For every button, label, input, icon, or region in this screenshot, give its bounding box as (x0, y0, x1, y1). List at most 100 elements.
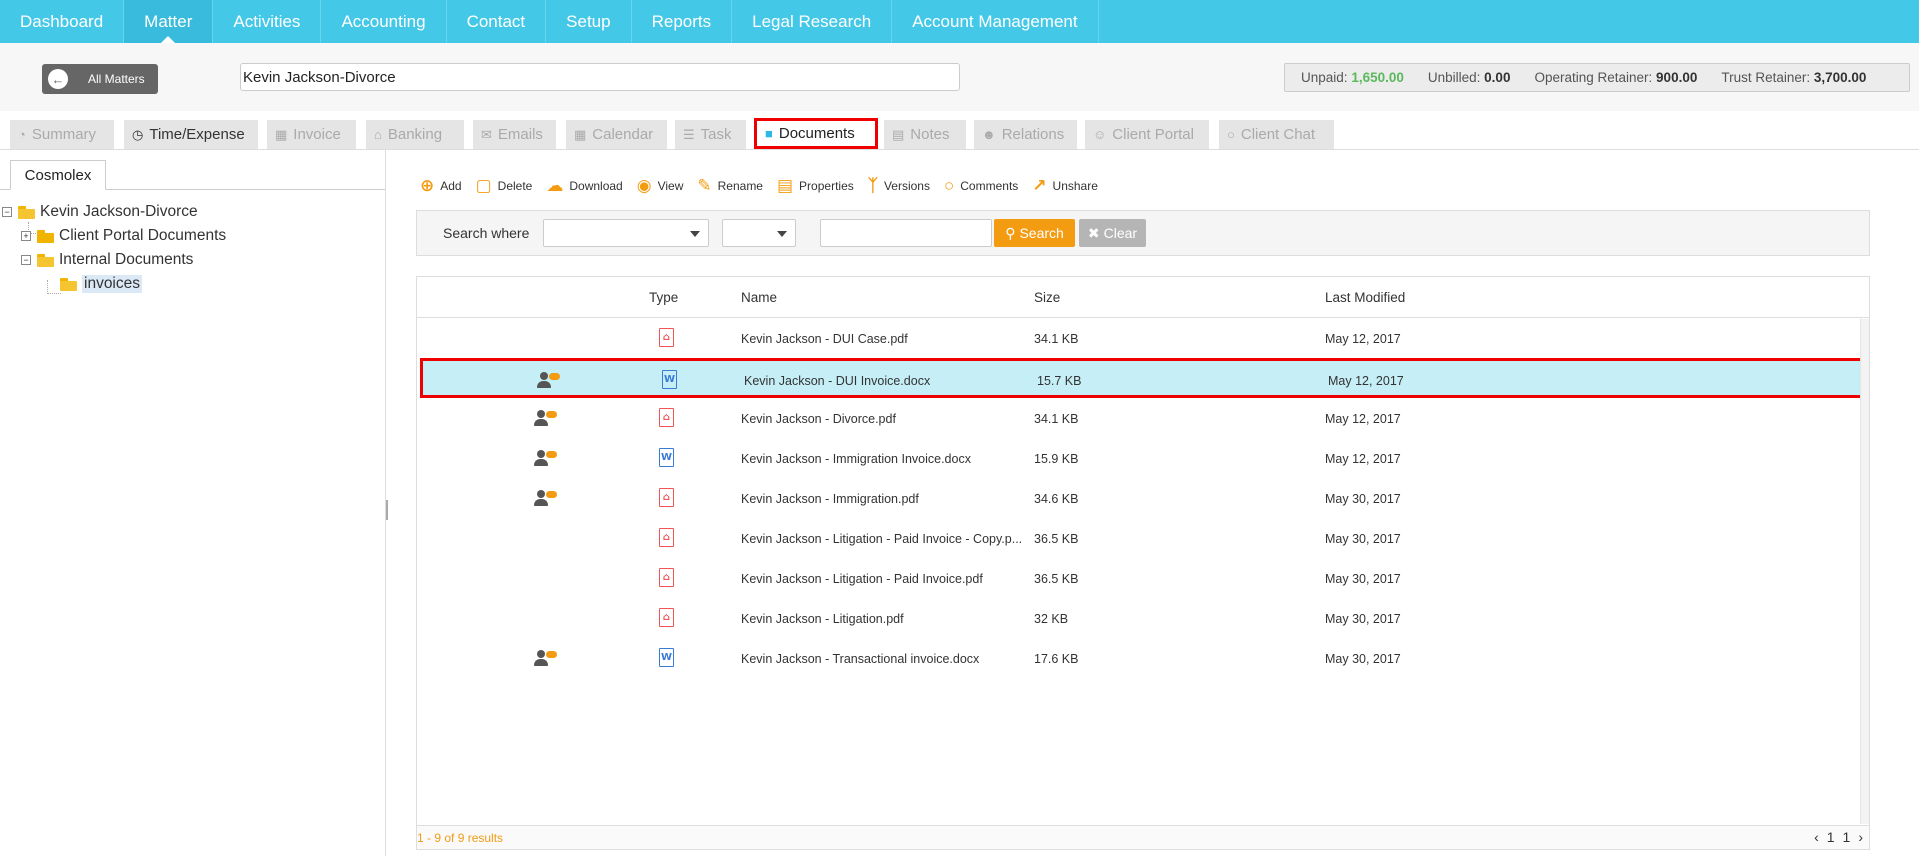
page-number[interactable]: 1 (1843, 829, 1851, 845)
cell-modified: May 30, 2017 (1325, 652, 1401, 666)
page-number[interactable]: 1 (1827, 829, 1835, 845)
tab-emails[interactable]: ✉ Emails (473, 120, 556, 149)
tree-node-invoices[interactable]: invoices (60, 273, 142, 295)
tab-client-portal[interactable]: ☺ Client Portal (1085, 120, 1209, 149)
word-file-icon: W (659, 448, 674, 467)
tab-client-chat[interactable]: ○ Client Chat (1219, 120, 1334, 149)
tab-banking[interactable]: ⌂ Banking (366, 120, 464, 149)
nav-dashboard[interactable]: Dashboard (0, 0, 125, 43)
cell-modified: May 30, 2017 (1325, 492, 1401, 506)
chat-icon: ○ (1227, 127, 1235, 142)
nav-legal-research[interactable]: Legal Research (732, 0, 893, 43)
search-where-select[interactable] (543, 219, 709, 247)
table-row[interactable]: W Kevin Jackson - Immigration Invoice.doc… (417, 439, 1860, 479)
cloud-download-icon: ☁ (546, 176, 564, 195)
cell-name: Kevin Jackson - Litigation - Paid Invoic… (741, 572, 983, 586)
versions-button[interactable]: ᛉ Versions (868, 176, 930, 196)
properties-button[interactable]: ▤ Properties (777, 176, 854, 196)
all-matters-label: All Matters (88, 72, 145, 86)
cell-size: 15.9 KB (1034, 452, 1079, 466)
folder-open-icon (37, 253, 54, 267)
shared-user-icon (534, 450, 558, 468)
column-name[interactable]: Name (741, 290, 777, 305)
column-last-modified[interactable]: Last Modified (1325, 290, 1405, 305)
comments-button[interactable]: ○ Comments (944, 176, 1018, 196)
nav-contact[interactable]: Contact (447, 0, 547, 43)
chevron-down-icon (777, 231, 787, 237)
table-row[interactable]: W Kevin Jackson - Transactional invoice.d… (417, 639, 1860, 679)
vertical-scrollbar[interactable] (1860, 319, 1869, 824)
shared-user-icon (534, 650, 558, 668)
expand-icon[interactable]: + (21, 231, 31, 241)
column-type[interactable]: Type (649, 290, 678, 305)
panel-resize-handle[interactable] (386, 500, 388, 520)
cell-size: 34.6 KB (1034, 492, 1079, 506)
add-button[interactable]: ⊕ Add (420, 176, 462, 196)
note-icon: ▤ (892, 126, 905, 142)
tab-notes[interactable]: ▤ Notes (884, 120, 966, 149)
prev-page-icon[interactable]: ‹ (1814, 829, 1819, 845)
collapse-icon[interactable]: − (2, 207, 12, 217)
cell-modified: May 30, 2017 (1325, 532, 1401, 546)
tab-summary[interactable]: ◔ Summary (10, 120, 114, 149)
table-row[interactable]: ⌂ Kevin Jackson - Litigation.pdf 32 KB May … (417, 599, 1860, 639)
tab-documents[interactable]: ■ Documents (754, 118, 878, 149)
tree-node-root[interactable]: − Kevin Jackson-Divorce (2, 201, 198, 223)
cell-modified: May 30, 2017 (1325, 572, 1401, 586)
column-size[interactable]: Size (1034, 290, 1060, 305)
folder-icon (37, 229, 54, 243)
table-row[interactable]: ⌂ Kevin Jackson - Litigation - Paid Invoi… (417, 519, 1860, 559)
search-icon: ⚲ (1005, 224, 1016, 241)
tree-node-internal[interactable]: − Internal Documents (21, 249, 193, 271)
next-page-icon[interactable]: › (1858, 829, 1863, 845)
table-row[interactable]: ⌂ Kevin Jackson - DUI Case.pdf 34.1 KB May … (417, 319, 1860, 359)
tab-cosmolex[interactable]: Cosmolex (10, 160, 106, 190)
delete-button[interactable]: ▢ Delete (476, 176, 533, 196)
clock-icon: ◷ (132, 126, 144, 142)
view-button[interactable]: ◉ View (637, 176, 684, 196)
pdf-file-icon: ⌂ (659, 608, 674, 627)
branch-icon: ᛉ (867, 176, 878, 195)
nav-accounting[interactable]: Accounting (321, 0, 447, 43)
pdf-file-icon: ⌂ (659, 568, 674, 587)
search-input[interactable] (820, 219, 992, 247)
nav-activities[interactable]: Activities (213, 0, 322, 43)
table-row[interactable]: ⌂ Kevin Jackson - Divorce.pdf 34.1 KB May 1… (417, 399, 1860, 439)
nav-matter[interactable]: Matter (124, 0, 214, 43)
calculator-icon: ▦ (275, 126, 288, 142)
nav-reports[interactable]: Reports (632, 0, 733, 43)
tab-task[interactable]: ☰ Task (675, 120, 746, 149)
grid-footer: 1 - 9 of 9 results ‹ 1 1 › (417, 825, 1869, 849)
all-matters-button[interactable]: ← All Matters (42, 64, 158, 94)
collapse-icon[interactable]: − (21, 255, 31, 265)
pdf-file-icon: ⌂ (659, 328, 674, 347)
shared-user-icon (534, 490, 558, 508)
matter-name-field[interactable] (240, 63, 960, 91)
unshare-button[interactable]: ↗ Unshare (1032, 176, 1098, 196)
cell-modified: May 12, 2017 (1325, 452, 1401, 466)
plus-circle-icon: ⊕ (420, 176, 435, 195)
cell-size: 17.6 KB (1034, 652, 1079, 666)
unpaid-balance: Unpaid: 1,650.00 (1301, 70, 1404, 85)
cell-modified: May 12, 2017 (1325, 412, 1401, 426)
table-row[interactable]: ⌂ Kevin Jackson - Immigration.pdf 34.6 KB M… (417, 479, 1860, 519)
nav-account-management[interactable]: Account Management (892, 0, 1099, 43)
table-row[interactable]: ⌂ Kevin Jackson - Litigation - Paid Invoi… (417, 559, 1860, 599)
table-row[interactable]: W Kevin Jackson - DUI Invoice.docx 15.7 KB… (420, 358, 1864, 398)
tab-calendar[interactable]: ▦ Calendar (566, 120, 667, 149)
calendar-icon: ▦ (574, 126, 587, 142)
tab-relations[interactable]: ☻ Relations (974, 120, 1077, 149)
cell-name: Kevin Jackson - Litigation - Paid Invoic… (741, 532, 1023, 546)
grid-header: Type Name Size Last Modified (417, 277, 1869, 318)
tree-label-root: Kevin Jackson-Divorce (40, 203, 198, 220)
search-operator-select[interactable] (722, 219, 796, 247)
rename-button[interactable]: ✎ Rename (697, 176, 763, 196)
download-button[interactable]: ☁ Download (546, 176, 622, 196)
tab-invoice[interactable]: ▦ Invoice (267, 120, 356, 149)
tab-time-expense[interactable]: ◷ Time/Expense (124, 120, 258, 149)
nav-setup[interactable]: Setup (546, 0, 632, 43)
clear-button[interactable]: ✖ Clear (1079, 219, 1146, 247)
search-button[interactable]: ⚲ Search (994, 219, 1075, 247)
cell-size: 34.1 KB (1034, 412, 1079, 426)
tree-node-client-portal[interactable]: + Client Portal Documents (21, 225, 226, 247)
